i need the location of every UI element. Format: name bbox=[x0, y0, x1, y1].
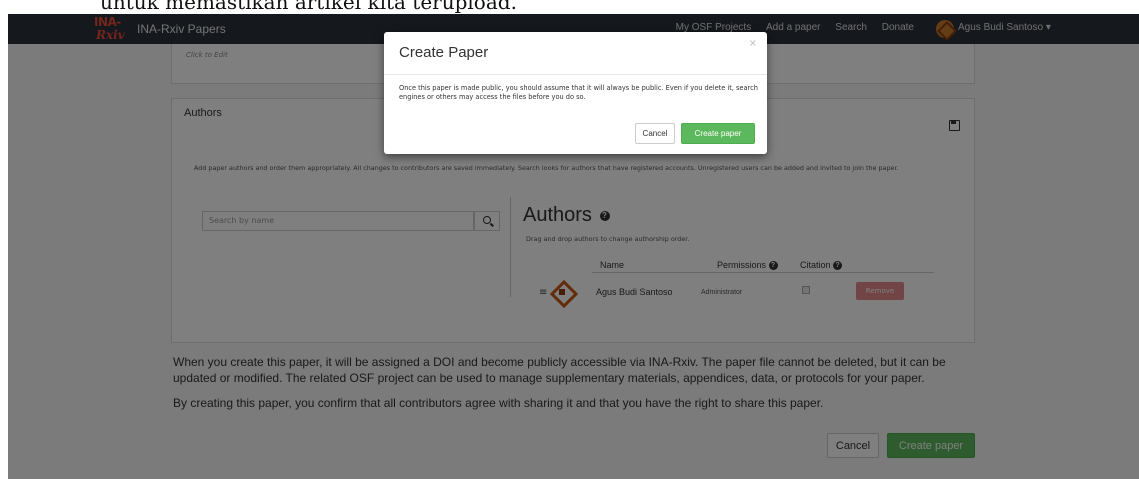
modal-header-divider bbox=[384, 74, 767, 75]
modal-create-paper-button[interactable]: Create paper bbox=[681, 123, 755, 144]
create-paper-modal: Create Paper × Once this paper is made p… bbox=[384, 32, 767, 154]
caption-text: untuk memastikan artikel kita terupload. bbox=[100, 0, 517, 14]
modal-cancel-button[interactable]: Cancel bbox=[635, 123, 675, 144]
modal-title: Create Paper bbox=[399, 44, 489, 61]
close-icon[interactable]: × bbox=[749, 38, 757, 49]
modal-body-text: Once this paper is made public, you shou… bbox=[399, 84, 758, 101]
browser-viewport: INA- Rxiv INA-Rxiv Papers My OSF Project… bbox=[8, 14, 1139, 479]
caption-strip: untuk memastikan artikel kita terupload. bbox=[0, 0, 1139, 14]
